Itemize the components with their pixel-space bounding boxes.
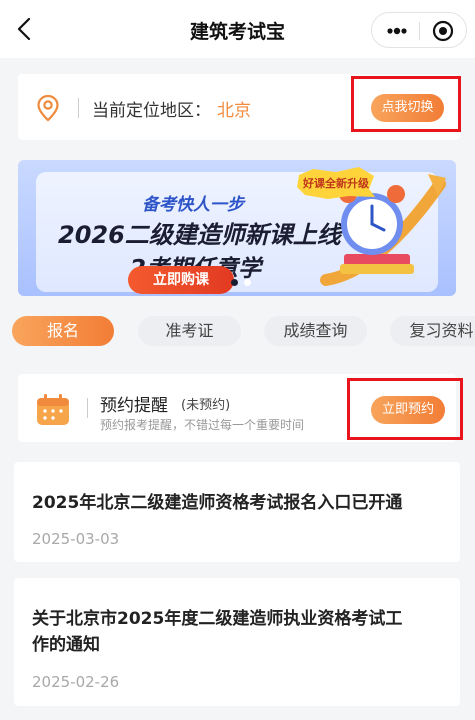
news-title: 2025年北京二级建造师资格考试报名入口已开通 — [32, 493, 403, 513]
reminder-title: 预约提醒 — [100, 396, 168, 416]
switch-city-button[interactable]: 点我切换 — [371, 94, 444, 122]
more-dots-icon[interactable] — [382, 19, 412, 43]
nav-bar: 建筑考试宝 — [0, 0, 475, 58]
tab-score-query[interactable]: 成绩查询 — [264, 316, 367, 346]
location-divider — [78, 98, 79, 118]
target-circle-icon[interactable] — [431, 19, 455, 43]
reserve-button[interactable]: 立即预约 — [371, 396, 445, 424]
news-title-line2: 作的通知 — [32, 635, 100, 655]
news-date: 2025-03-03 — [32, 530, 120, 548]
reminder-subtitle: 预约报考提醒，不错过每一个重要时间 — [100, 418, 305, 432]
news-title-line1: 关于北京市2025年度二级建造师执业资格考试工 — [32, 609, 403, 629]
buy-course-button[interactable]: 立即购课 — [128, 266, 234, 294]
banner-badge: 好课全新升级 — [303, 177, 369, 190]
location-city: 北京 — [217, 101, 251, 121]
tab-study-materials[interactable]: 复习资料 — [390, 316, 475, 346]
news-date: 2025-02-26 — [32, 673, 120, 691]
location-label: 当前定位地区： — [92, 101, 211, 121]
reminder-status: (未预约) — [181, 398, 231, 413]
carousel-dot[interactable] — [244, 279, 251, 286]
banner-tagline: 备考快人一步 — [142, 195, 244, 215]
tab-admission-ticket[interactable]: 准考证 — [138, 316, 241, 346]
mini-program-capsule — [371, 12, 467, 48]
tab-registration[interactable]: 报名 — [12, 316, 114, 346]
news-item[interactable]: 关于北京市2025年度二级建造师执业资格考试工 作的通知 2025-02-26 — [14, 578, 460, 706]
calendar-icon — [36, 394, 70, 426]
banner-headline: 2026二级建造师新课上线 — [58, 221, 341, 249]
location-pin-icon — [36, 94, 60, 122]
reminder-divider — [87, 398, 88, 418]
capsule-divider — [419, 22, 420, 40]
carousel-dot-active[interactable] — [231, 279, 238, 286]
news-item[interactable]: 2025年北京二级建造师资格考试报名入口已开通 2025-03-03 — [14, 462, 460, 562]
